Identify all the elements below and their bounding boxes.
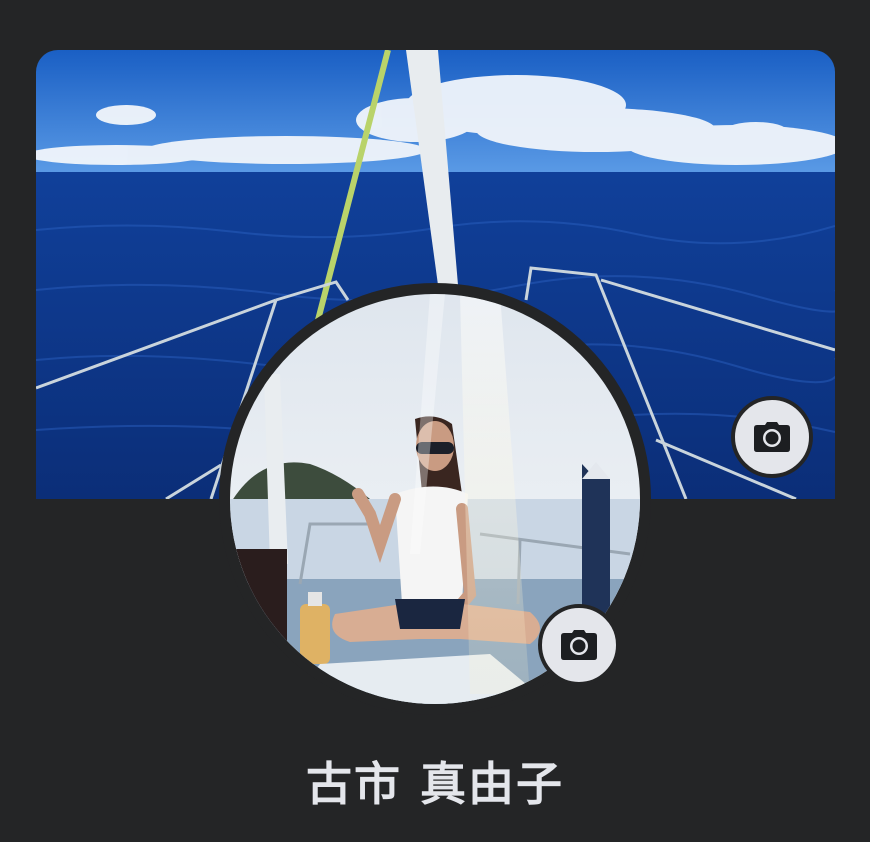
edit-profile-photo-button[interactable]	[538, 604, 620, 686]
profile-name: 古市 真由子	[305, 757, 564, 811]
edit-cover-photo-button[interactable]	[731, 396, 813, 478]
profile-header: 古市 真由子	[0, 0, 870, 842]
camera-icon	[561, 630, 597, 660]
camera-icon	[754, 422, 790, 452]
